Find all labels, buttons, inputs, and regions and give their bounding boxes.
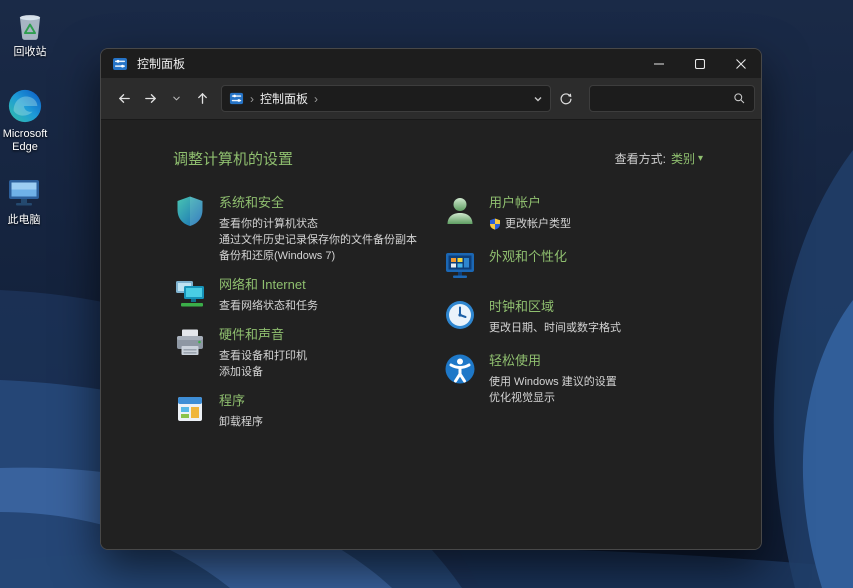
user-accounts-icon[interactable]	[443, 194, 477, 228]
category-title[interactable]: 用户帐户	[489, 195, 571, 211]
category-title[interactable]: 网络和 Internet	[219, 277, 318, 293]
breadcrumb-control-panel[interactable]: 控制面板	[260, 90, 308, 107]
recycle-bin-icon	[12, 6, 48, 42]
category-network-internet: 网络和 Internet 查看网络状态和任务	[173, 276, 443, 314]
recycle-bin-desktop-icon[interactable]: 回收站	[0, 6, 62, 59]
ease-of-access-icon[interactable]	[443, 352, 477, 386]
this-pc-icon	[6, 174, 42, 210]
this-pc-desktop-icon[interactable]: 此电脑	[0, 174, 56, 227]
microsoft-edge-desktop-icon[interactable]: Microsoft Edge	[0, 88, 57, 154]
security-shield-icon[interactable]	[173, 194, 207, 228]
view-by-label: 查看方式:	[615, 150, 666, 167]
refresh-button[interactable]	[551, 86, 581, 112]
category-title[interactable]: 时钟和区域	[489, 299, 621, 315]
maximize-button[interactable]	[679, 49, 720, 78]
category-user-accounts: 用户帐户	[443, 194, 705, 232]
forward-button[interactable]	[137, 86, 163, 112]
category-task-link[interactable]: 使用 Windows 建议的设置	[489, 374, 617, 390]
category-title[interactable]: 程序	[219, 393, 263, 409]
search-input[interactable]	[598, 92, 733, 106]
printer-icon[interactable]	[173, 326, 207, 360]
category-task-link[interactable]: 优化视觉显示	[489, 390, 617, 406]
microsoft-edge-icon	[7, 88, 43, 124]
category-ease-of-access: 轻松使用 使用 Windows 建议的设置 优化视觉显示	[443, 352, 705, 406]
navigation-bar: › 控制面板 ›	[101, 78, 761, 120]
category-task-link[interactable]: 更改帐户类型	[489, 216, 571, 232]
control-panel-app-icon	[112, 56, 128, 72]
desktop-icon-label: Microsoft Edge	[0, 128, 57, 154]
view-by-dropdown[interactable]: 类别 ▾	[671, 150, 703, 167]
close-button[interactable]	[720, 49, 761, 78]
category-title[interactable]: 硬件和声音	[219, 327, 307, 343]
category-system-security: 系统和安全 查看你的计算机状态 通过文件历史记录保存你的文件备份副本 备份和还原…	[173, 194, 443, 264]
category-task-link[interactable]: 查看网络状态和任务	[219, 298, 318, 314]
programs-icon[interactable]	[173, 392, 207, 426]
desktop-icon-label: 回收站	[14, 46, 47, 59]
titlebar[interactable]: 控制面板	[101, 49, 761, 78]
category-columns: 系统和安全 查看你的计算机状态 通过文件历史记录保存你的文件备份副本 备份和还原…	[173, 194, 761, 442]
window-title: 控制面板	[137, 55, 185, 72]
category-title[interactable]: 系统和安全	[219, 195, 417, 211]
category-programs: 程序 卸载程序	[173, 392, 443, 430]
address-dropdown-chevron[interactable]	[533, 94, 543, 104]
recent-locations-chevron[interactable]	[163, 86, 189, 112]
category-title[interactable]: 轻松使用	[489, 353, 617, 369]
caption-buttons	[638, 49, 761, 78]
category-task-link[interactable]: 查看设备和打印机	[219, 348, 307, 364]
category-task-link[interactable]: 添加设备	[219, 364, 307, 380]
up-button[interactable]	[189, 86, 215, 112]
category-task-link[interactable]: 通过文件历史记录保存你的文件备份副本	[219, 232, 417, 248]
breadcrumb-separator: ›	[250, 92, 254, 106]
category-hardware-sound: 硬件和声音 查看设备和打印机 添加设备	[173, 326, 443, 380]
category-appearance-personalization: 外观和个性化	[443, 248, 705, 282]
category-task-link[interactable]: 卸载程序	[219, 414, 263, 430]
address-bar[interactable]: › 控制面板 ›	[221, 85, 551, 112]
category-task-link[interactable]: 备份和还原(Windows 7)	[219, 248, 417, 264]
right-column: 用户帐户	[443, 194, 705, 442]
view-by-control: 查看方式: 类别 ▾	[615, 150, 703, 167]
minimize-button[interactable]	[638, 49, 679, 78]
category-clock-region: 时钟和区域 更改日期、时间或数字格式	[443, 298, 705, 336]
back-button[interactable]	[111, 86, 137, 112]
network-icon[interactable]	[173, 276, 207, 310]
search-icon	[733, 92, 746, 105]
desktop: 回收站 Microsoft Edge	[0, 0, 853, 588]
breadcrumb-separator: ›	[314, 92, 318, 106]
left-column: 系统和安全 查看你的计算机状态 通过文件历史记录保存你的文件备份副本 备份和还原…	[173, 194, 443, 442]
chevron-down-icon: ▾	[698, 153, 703, 164]
uac-shield-icon	[489, 218, 501, 230]
clock-region-icon[interactable]	[443, 298, 477, 332]
control-panel-breadcrumb-icon	[229, 91, 244, 106]
category-task-link[interactable]: 更改日期、时间或数字格式	[489, 320, 621, 336]
search-box	[589, 85, 755, 112]
personalization-icon[interactable]	[443, 248, 477, 282]
desktop-icon-label: 此电脑	[8, 214, 41, 227]
control-panel-home: 调整计算机的设置 查看方式: 类别 ▾	[101, 120, 761, 549]
control-panel-window: 控制面板	[100, 48, 762, 550]
category-title[interactable]: 外观和个性化	[489, 249, 567, 265]
category-task-link[interactable]: 查看你的计算机状态	[219, 216, 417, 232]
